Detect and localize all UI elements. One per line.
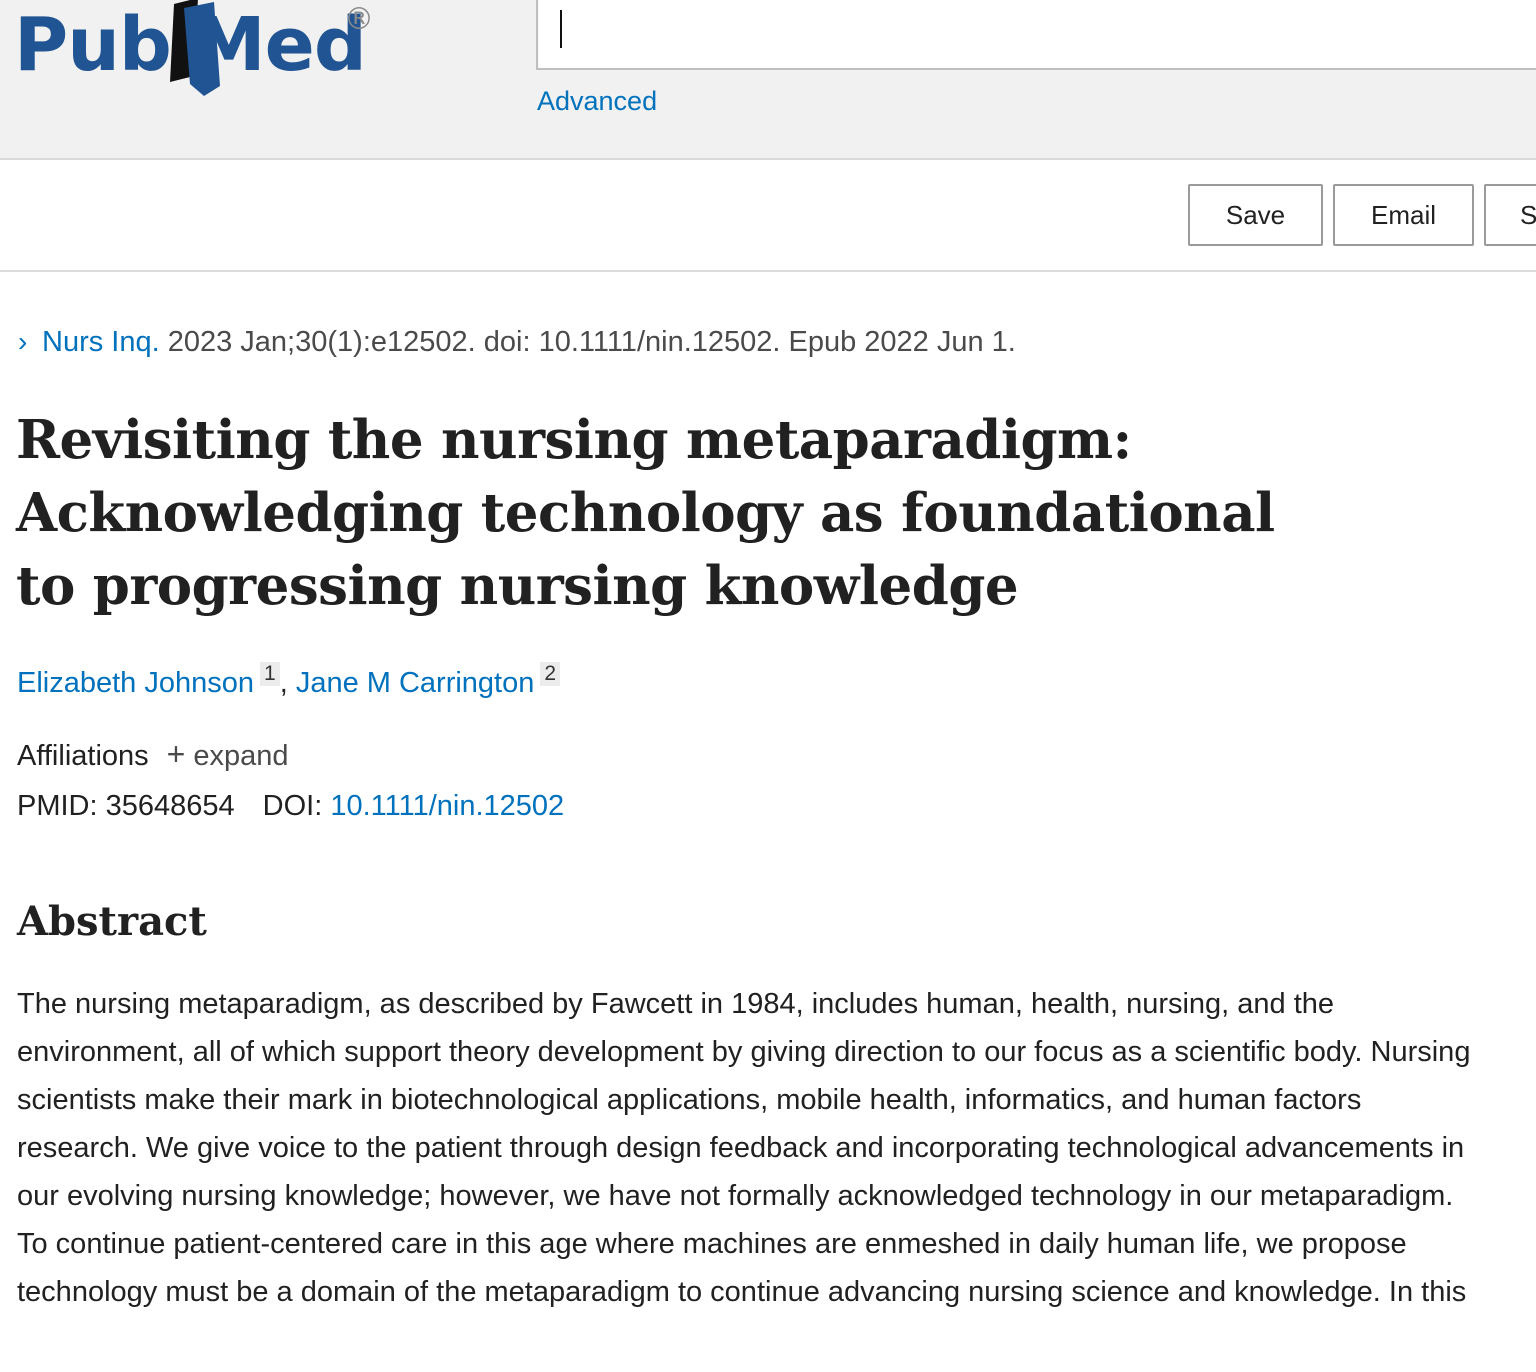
logo-text-pub: Pub [14,2,172,88]
doi-link[interactable]: 10.1111/nin.12502 [330,790,564,822]
send-to-button[interactable]: S [1484,184,1536,246]
expand-affiliations-toggle[interactable]: expand [193,740,288,772]
author-separator: , [279,667,296,699]
registered-mark: ® [344,2,374,37]
affiliation-marker[interactable]: 1 [260,662,280,686]
action-toolbar: Save Email S [0,160,1536,272]
advanced-search-link[interactable]: Advanced [537,86,657,117]
text-caret [560,10,562,48]
author-link[interactable]: Elizabeth Johnson [17,667,254,699]
pubmed-logo[interactable]: Pub Med ® [14,0,394,102]
journal-citation: › Nurs Inq. 2023 Jan;30(1):e12502. doi: 1… [18,326,1016,359]
journal-link[interactable]: Nurs Inq. [42,326,160,358]
chevron-right-icon[interactable]: › [18,326,42,358]
article-title: Revisiting the nursing metaparadigm: Ack… [16,409,1275,617]
save-button[interactable]: Save [1188,184,1323,246]
abstract-text: The nursing metaparadigm, as described b… [17,988,1471,1308]
search-input[interactable] [536,0,1536,70]
site-header: Pub Med ® Advanced [0,0,1536,160]
abstract-heading: Abstract [17,898,207,945]
identifiers-row: PMID: 35648654 DOI: 10.1111/nin.12502 [17,790,564,823]
author-link[interactable]: Jane M Carrington [296,667,535,699]
author-list: Elizabeth Johnson 1, Jane M Carrington 2 [17,662,561,700]
affiliations-label: Affiliations [17,740,149,772]
citation-details: 2023 Jan;30(1):e12502. doi: 10.1111/nin.… [159,326,1016,358]
affiliations-row: Affiliations + expand [17,736,289,773]
doi-label: DOI: [262,790,323,822]
plus-icon[interactable]: + [167,736,186,772]
pmid-value: PMID: 35648654 [17,790,235,822]
email-button[interactable]: Email [1333,184,1474,246]
affiliation-marker[interactable]: 2 [540,662,561,686]
logo-text-med: Med [192,2,367,88]
